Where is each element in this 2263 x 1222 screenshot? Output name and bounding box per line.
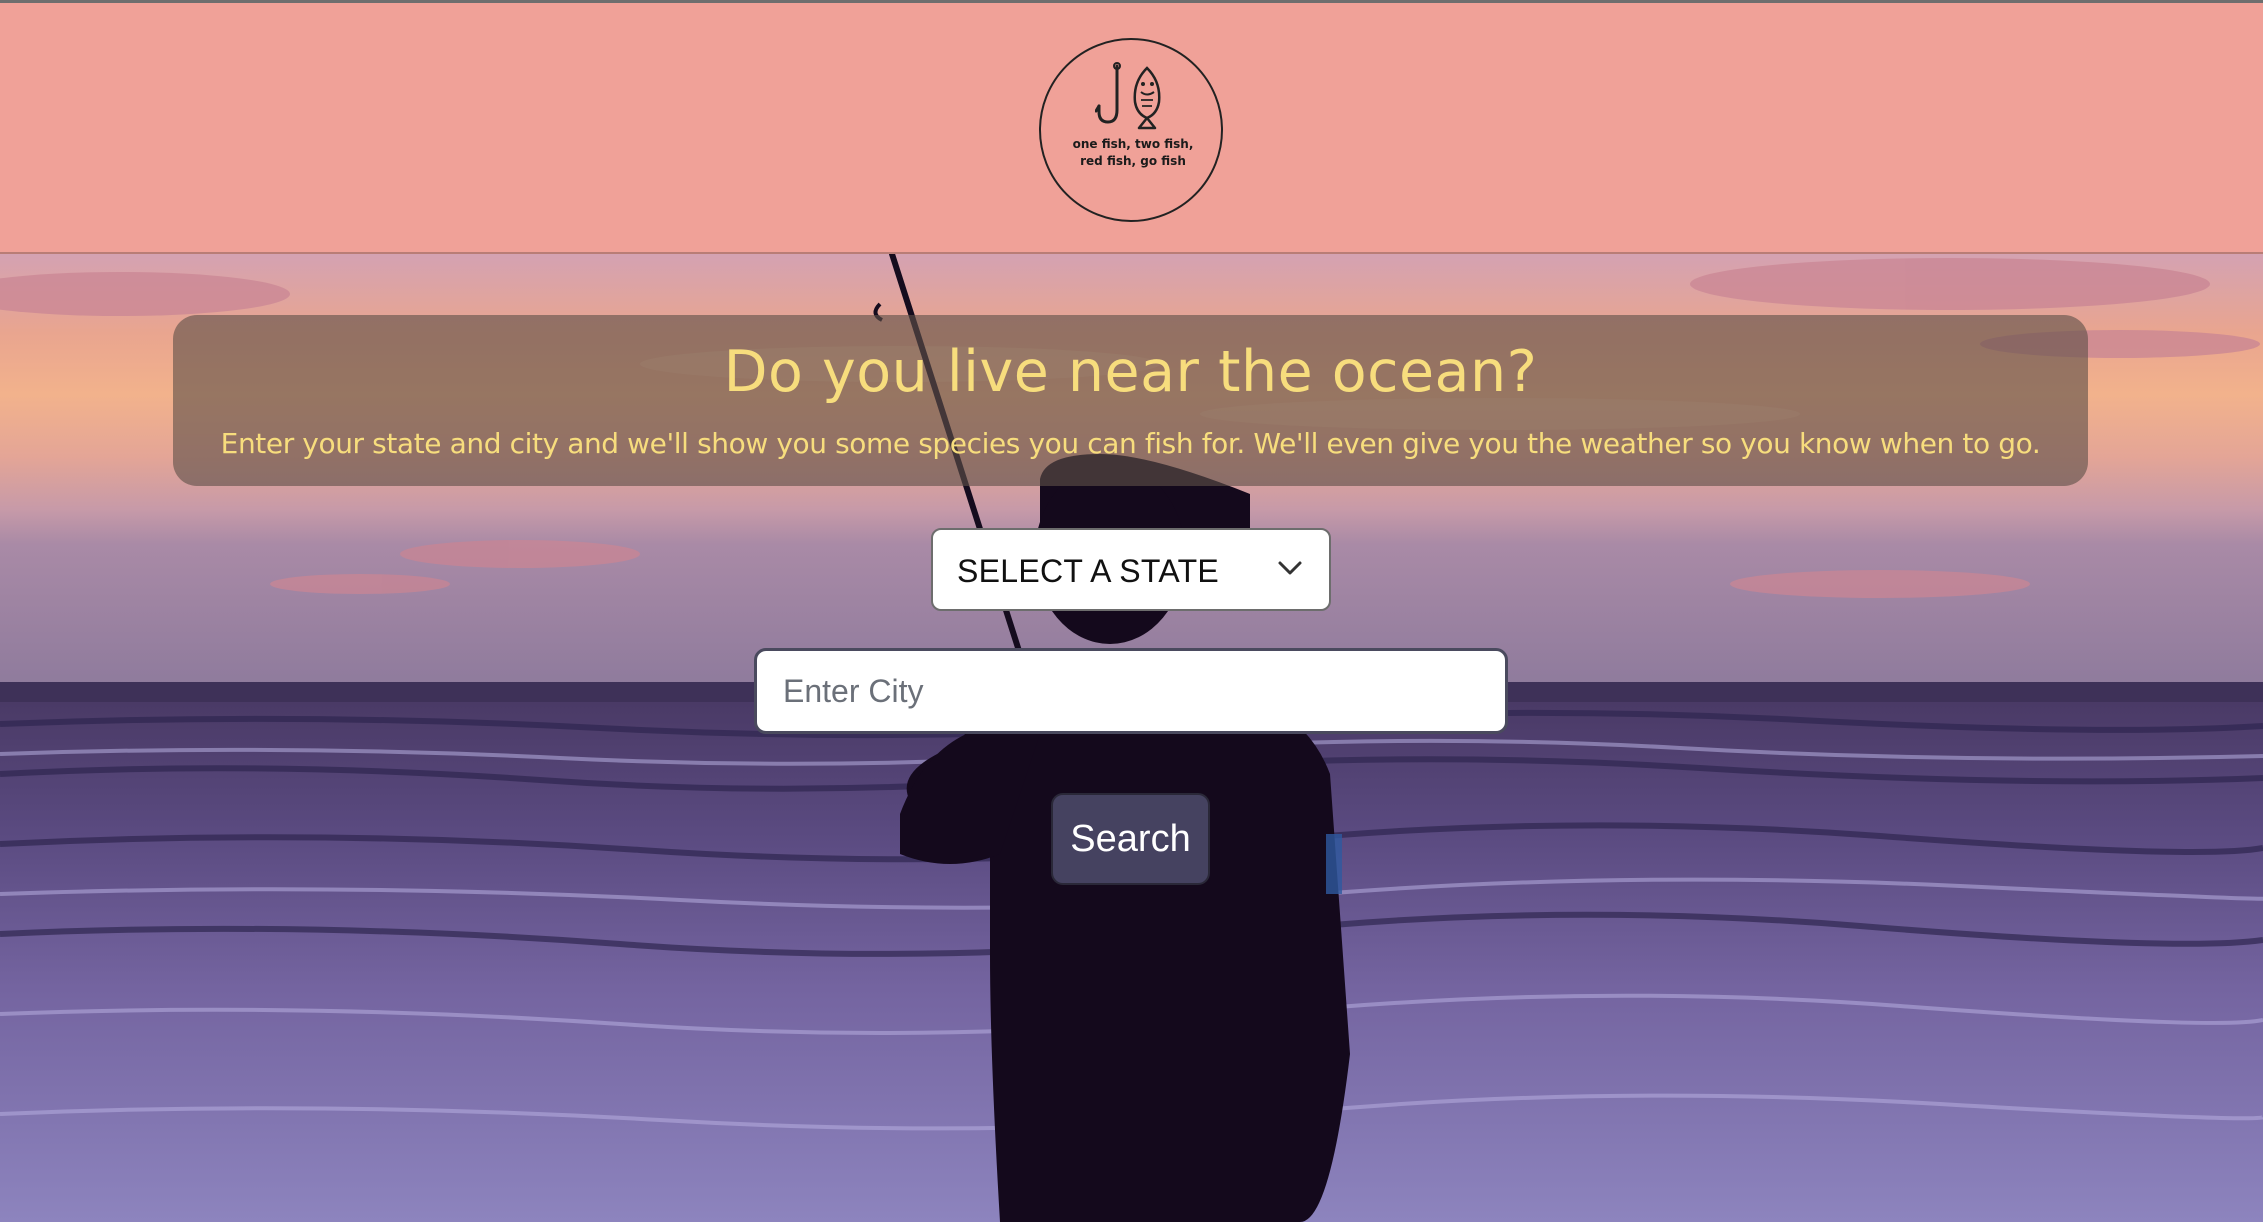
search-button[interactable]: Search (1051, 793, 1210, 885)
intro-panel: Do you live near the ocean? Enter your s… (173, 315, 2088, 486)
logo-text: one fish, two fish, red fish, go fish (1072, 137, 1194, 168)
state-select-label: SELECT A STATE (957, 553, 1220, 589)
chevron-down-icon (1278, 561, 1302, 575)
hero-subtitle: Enter your state and city and we'll show… (220, 427, 2041, 460)
city-input[interactable] (754, 648, 1508, 734)
hero-title: Do you live near the ocean? (723, 339, 1538, 405)
site-logo[interactable]: one fish, two fish, red fish, go fish (1039, 38, 1223, 222)
hook-and-fish-icon (1095, 62, 1161, 130)
site-header: one fish, two fish, red fish, go fish (0, 0, 2263, 254)
state-select[interactable]: SELECT A STATE (931, 528, 1331, 611)
